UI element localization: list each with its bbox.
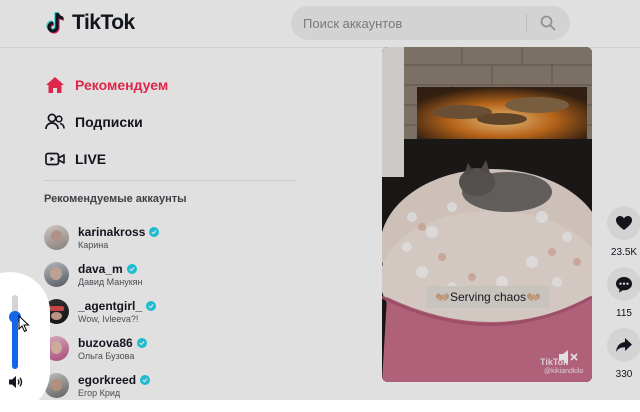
- tiktok-logo[interactable]: TikTok: [46, 10, 135, 36]
- watermark-username: @kikiandkilo: [544, 368, 584, 375]
- verified-badge-icon: [126, 263, 137, 274]
- nav-label: LIVE: [75, 150, 107, 167]
- share-button[interactable]: [607, 328, 640, 362]
- volume-button[interactable]: [8, 375, 24, 394]
- home-icon: [44, 74, 66, 96]
- account-display-name: Давид Манукян: [78, 276, 143, 287]
- top-header: TikTok: [0, 0, 640, 48]
- account-username: karinakross: [78, 224, 146, 239]
- share-count: 330: [615, 369, 633, 380]
- verified-badge-icon: [136, 337, 147, 348]
- video-player[interactable]: [382, 47, 592, 382]
- nav-item-following[interactable]: Подписки: [44, 103, 298, 140]
- avatar: [44, 225, 69, 250]
- account-item[interactable]: _agentgirl_ Wow, Ivleeva?!: [44, 293, 159, 330]
- search-button[interactable]: [536, 12, 560, 34]
- live-icon: [44, 148, 66, 170]
- speaker-icon: [9, 376, 23, 388]
- nav-item-live[interactable]: LIVE: [44, 140, 298, 177]
- nav-label: Рекомендуем: [75, 76, 169, 93]
- share-icon: [616, 338, 632, 352]
- account-display-name: Ольга Бузова: [78, 350, 135, 361]
- heart-icon: [616, 216, 632, 230]
- main-nav: Рекомендуем Подписки LIVE: [44, 66, 298, 177]
- search-input[interactable]: [303, 6, 523, 40]
- account-item[interactable]: dava_m Давид Манукян: [44, 256, 159, 293]
- video-caption: 👐🏼Serving chaos👐🏼: [426, 286, 550, 308]
- brand-name: TikTok: [72, 11, 135, 34]
- account-display-name: Wow, Ivleeva?!: [78, 313, 139, 324]
- avatar: [44, 262, 69, 287]
- account-username: buzova86: [78, 335, 133, 350]
- suggested-accounts-title: Рекомендуемые аккаунты: [44, 193, 187, 205]
- account-username: dava_m: [78, 261, 123, 276]
- comment-icon: [616, 276, 632, 292]
- divider: [44, 180, 296, 181]
- search-icon: [540, 15, 556, 31]
- account-username: _agentgirl_: [78, 298, 143, 313]
- account-display-name: Карина: [78, 239, 109, 250]
- verified-badge-icon: [140, 374, 151, 385]
- video-frame: [382, 47, 592, 382]
- verified-badge-icon: [149, 226, 160, 237]
- search-divider: [526, 14, 527, 32]
- account-display-name: Егор Крид: [78, 387, 121, 398]
- mouse-cursor: [18, 314, 30, 338]
- account-item[interactable]: buzova86 Ольга Бузова: [44, 330, 159, 367]
- comment-count: 115: [616, 308, 632, 319]
- suggested-accounts-list: karinakross Карина dava_m Давид Манукян …: [44, 219, 160, 404]
- muted-speaker-icon: [559, 350, 578, 364]
- nav-item-recommended[interactable]: Рекомендуем: [44, 66, 298, 103]
- tiktok-note-icon: [46, 12, 65, 34]
- account-item[interactable]: egorkreed Егор Крид: [44, 367, 159, 404]
- mute-button[interactable]: [557, 348, 579, 366]
- comment-button[interactable]: [607, 267, 640, 301]
- search-box: [291, 6, 570, 40]
- people-icon: [44, 111, 66, 133]
- account-item[interactable]: karinakross Карина: [44, 219, 160, 256]
- pointer-cursor-icon: [18, 314, 30, 333]
- like-count: 23.5K: [610, 247, 638, 258]
- like-button[interactable]: [607, 206, 640, 240]
- verified-badge-icon: [146, 300, 157, 311]
- account-username: egorkreed: [78, 372, 137, 387]
- nav-label: Подписки: [75, 113, 143, 130]
